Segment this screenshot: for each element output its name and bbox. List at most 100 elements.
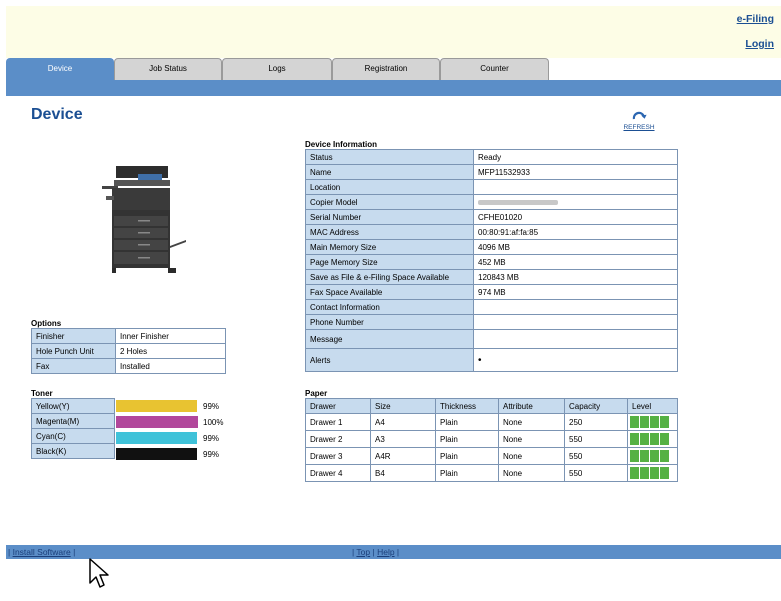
hole-punch-key: Hole Punch Unit bbox=[31, 343, 116, 359]
fax-key: Fax bbox=[31, 358, 116, 374]
toner-black-percent: 99% bbox=[203, 450, 220, 459]
status-key: Status bbox=[305, 149, 474, 165]
table-row: Save as File & e-Filing Space Available 1… bbox=[305, 269, 678, 285]
toner-cyan-bar bbox=[116, 432, 198, 444]
thickness-cell: Plain bbox=[435, 430, 499, 448]
level-block bbox=[660, 416, 669, 428]
level-block bbox=[640, 416, 649, 428]
toner-cyan-label: Cyan(C) bbox=[31, 428, 115, 444]
efiling-link[interactable]: e-Filing bbox=[737, 13, 774, 25]
table-row: Status Ready bbox=[305, 149, 678, 165]
mfp-device-image bbox=[102, 166, 186, 273]
level-block bbox=[630, 433, 639, 445]
footer-center-links: | Top | Help | bbox=[352, 547, 400, 557]
table-row: Hole Punch Unit 2 Holes bbox=[31, 343, 226, 359]
paper-title: Paper bbox=[305, 389, 328, 398]
toner-table: Yellow(Y) Magenta(M) Cyan(C) Black(K) bbox=[31, 398, 115, 459]
toner-title: Toner bbox=[31, 389, 53, 398]
main-memory-value: 4096 MB bbox=[473, 239, 678, 255]
table-row: Cyan(C) bbox=[31, 428, 115, 444]
copier-model-key: Copier Model bbox=[305, 194, 474, 210]
attribute-cell: None bbox=[498, 413, 565, 431]
level-cell bbox=[627, 464, 678, 482]
table-row: Contact Information bbox=[305, 299, 678, 315]
copier-model-value bbox=[473, 194, 678, 210]
table-row: Finisher Inner Finisher bbox=[31, 328, 226, 344]
name-key: Name bbox=[305, 164, 474, 180]
options-table: Finisher Inner Finisher Hole Punch Unit 2 … bbox=[31, 328, 226, 374]
phone-number-value bbox=[473, 314, 678, 330]
table-row: Alerts • bbox=[305, 348, 678, 372]
attribute-cell: None bbox=[498, 447, 565, 465]
name-value: MFP11532933 bbox=[473, 164, 678, 180]
fax-space-value: 974 MB bbox=[473, 284, 678, 300]
level-cell bbox=[627, 447, 678, 465]
table-row: Message bbox=[305, 329, 678, 349]
toner-magenta-bar bbox=[116, 416, 198, 428]
tab-device[interactable]: Device bbox=[6, 58, 114, 80]
location-value bbox=[473, 179, 678, 195]
toner-black-label: Black(K) bbox=[31, 443, 115, 459]
table-row: Page Memory Size 452 MB bbox=[305, 254, 678, 270]
refresh-button[interactable]: REFRESH bbox=[620, 109, 658, 131]
mac-address-key: MAC Address bbox=[305, 224, 474, 240]
table-row: Magenta(M) bbox=[31, 413, 115, 429]
table-row: Location bbox=[305, 179, 678, 195]
level-block bbox=[650, 450, 659, 462]
table-row: Serial Number CFHE01020 bbox=[305, 209, 678, 225]
message-value bbox=[473, 329, 678, 349]
tab-registration[interactable]: Registration bbox=[332, 58, 440, 80]
page-title: Device bbox=[31, 106, 83, 123]
tab-bar bbox=[6, 80, 781, 96]
capacity-cell: 550 bbox=[564, 464, 628, 482]
table-row: MAC Address 00:80:91:af:fa:85 bbox=[305, 224, 678, 240]
efiling-space-key: Save as File & e-Filing Space Available bbox=[305, 269, 474, 285]
toner-magenta-percent: 100% bbox=[203, 418, 224, 427]
tab-counter[interactable]: Counter bbox=[440, 58, 549, 80]
drawer-cell: Drawer 4 bbox=[305, 464, 371, 482]
level-block bbox=[650, 416, 659, 428]
toner-yellow-label: Yellow(Y) bbox=[31, 398, 115, 414]
toner-cyan-percent: 99% bbox=[203, 434, 220, 443]
contact-information-key: Contact Information bbox=[305, 299, 474, 315]
top-link[interactable]: Top bbox=[356, 547, 370, 557]
install-software-link[interactable]: Install Software bbox=[13, 547, 71, 557]
level-block bbox=[640, 450, 649, 462]
tab-logs[interactable]: Logs bbox=[222, 58, 332, 80]
page-memory-key: Page Memory Size bbox=[305, 254, 474, 270]
location-key: Location bbox=[305, 179, 474, 195]
serial-number-key: Serial Number bbox=[305, 209, 474, 225]
level-block bbox=[640, 433, 649, 445]
attribute-cell: None bbox=[498, 464, 565, 482]
alerts-key: Alerts bbox=[305, 348, 474, 372]
table-row: Fax Space Available 974 MB bbox=[305, 284, 678, 300]
table-row: Fax Installed bbox=[31, 358, 226, 374]
capacity-cell: 250 bbox=[564, 413, 628, 431]
table-row: Drawer 4 B4 Plain None 550 bbox=[305, 464, 678, 482]
serial-number-value: CFHE01020 bbox=[473, 209, 678, 225]
table-row: Drawer 1 A4 Plain None 250 bbox=[305, 413, 678, 431]
level-block bbox=[630, 467, 639, 479]
level-cell bbox=[627, 430, 678, 448]
login-link[interactable]: Login bbox=[745, 38, 774, 50]
toner-yellow-bar bbox=[116, 400, 198, 412]
level-block bbox=[660, 467, 669, 479]
level-block bbox=[630, 416, 639, 428]
tab-job-status[interactable]: Job Status bbox=[114, 58, 222, 80]
toner-yellow-percent: 99% bbox=[203, 402, 220, 411]
refresh-icon bbox=[632, 111, 647, 120]
paper-header-attribute: Attribute bbox=[498, 398, 565, 414]
table-header-row: Drawer Size Thickness Attribute Capacity… bbox=[305, 398, 678, 414]
paper-header-capacity: Capacity bbox=[564, 398, 628, 414]
table-row: Drawer 2 A3 Plain None 550 bbox=[305, 430, 678, 448]
message-key: Message bbox=[305, 329, 474, 349]
hole-punch-value: 2 Holes bbox=[115, 343, 226, 359]
redacted-copier-model bbox=[478, 199, 558, 205]
table-row: Phone Number bbox=[305, 314, 678, 330]
options-title: Options bbox=[31, 319, 62, 328]
size-cell: A4R bbox=[370, 447, 436, 465]
thickness-cell: Plain bbox=[435, 413, 499, 431]
footer-left-links: | Install Software | bbox=[8, 547, 76, 557]
help-link[interactable]: Help bbox=[377, 547, 394, 557]
fax-value: Installed bbox=[115, 358, 226, 374]
